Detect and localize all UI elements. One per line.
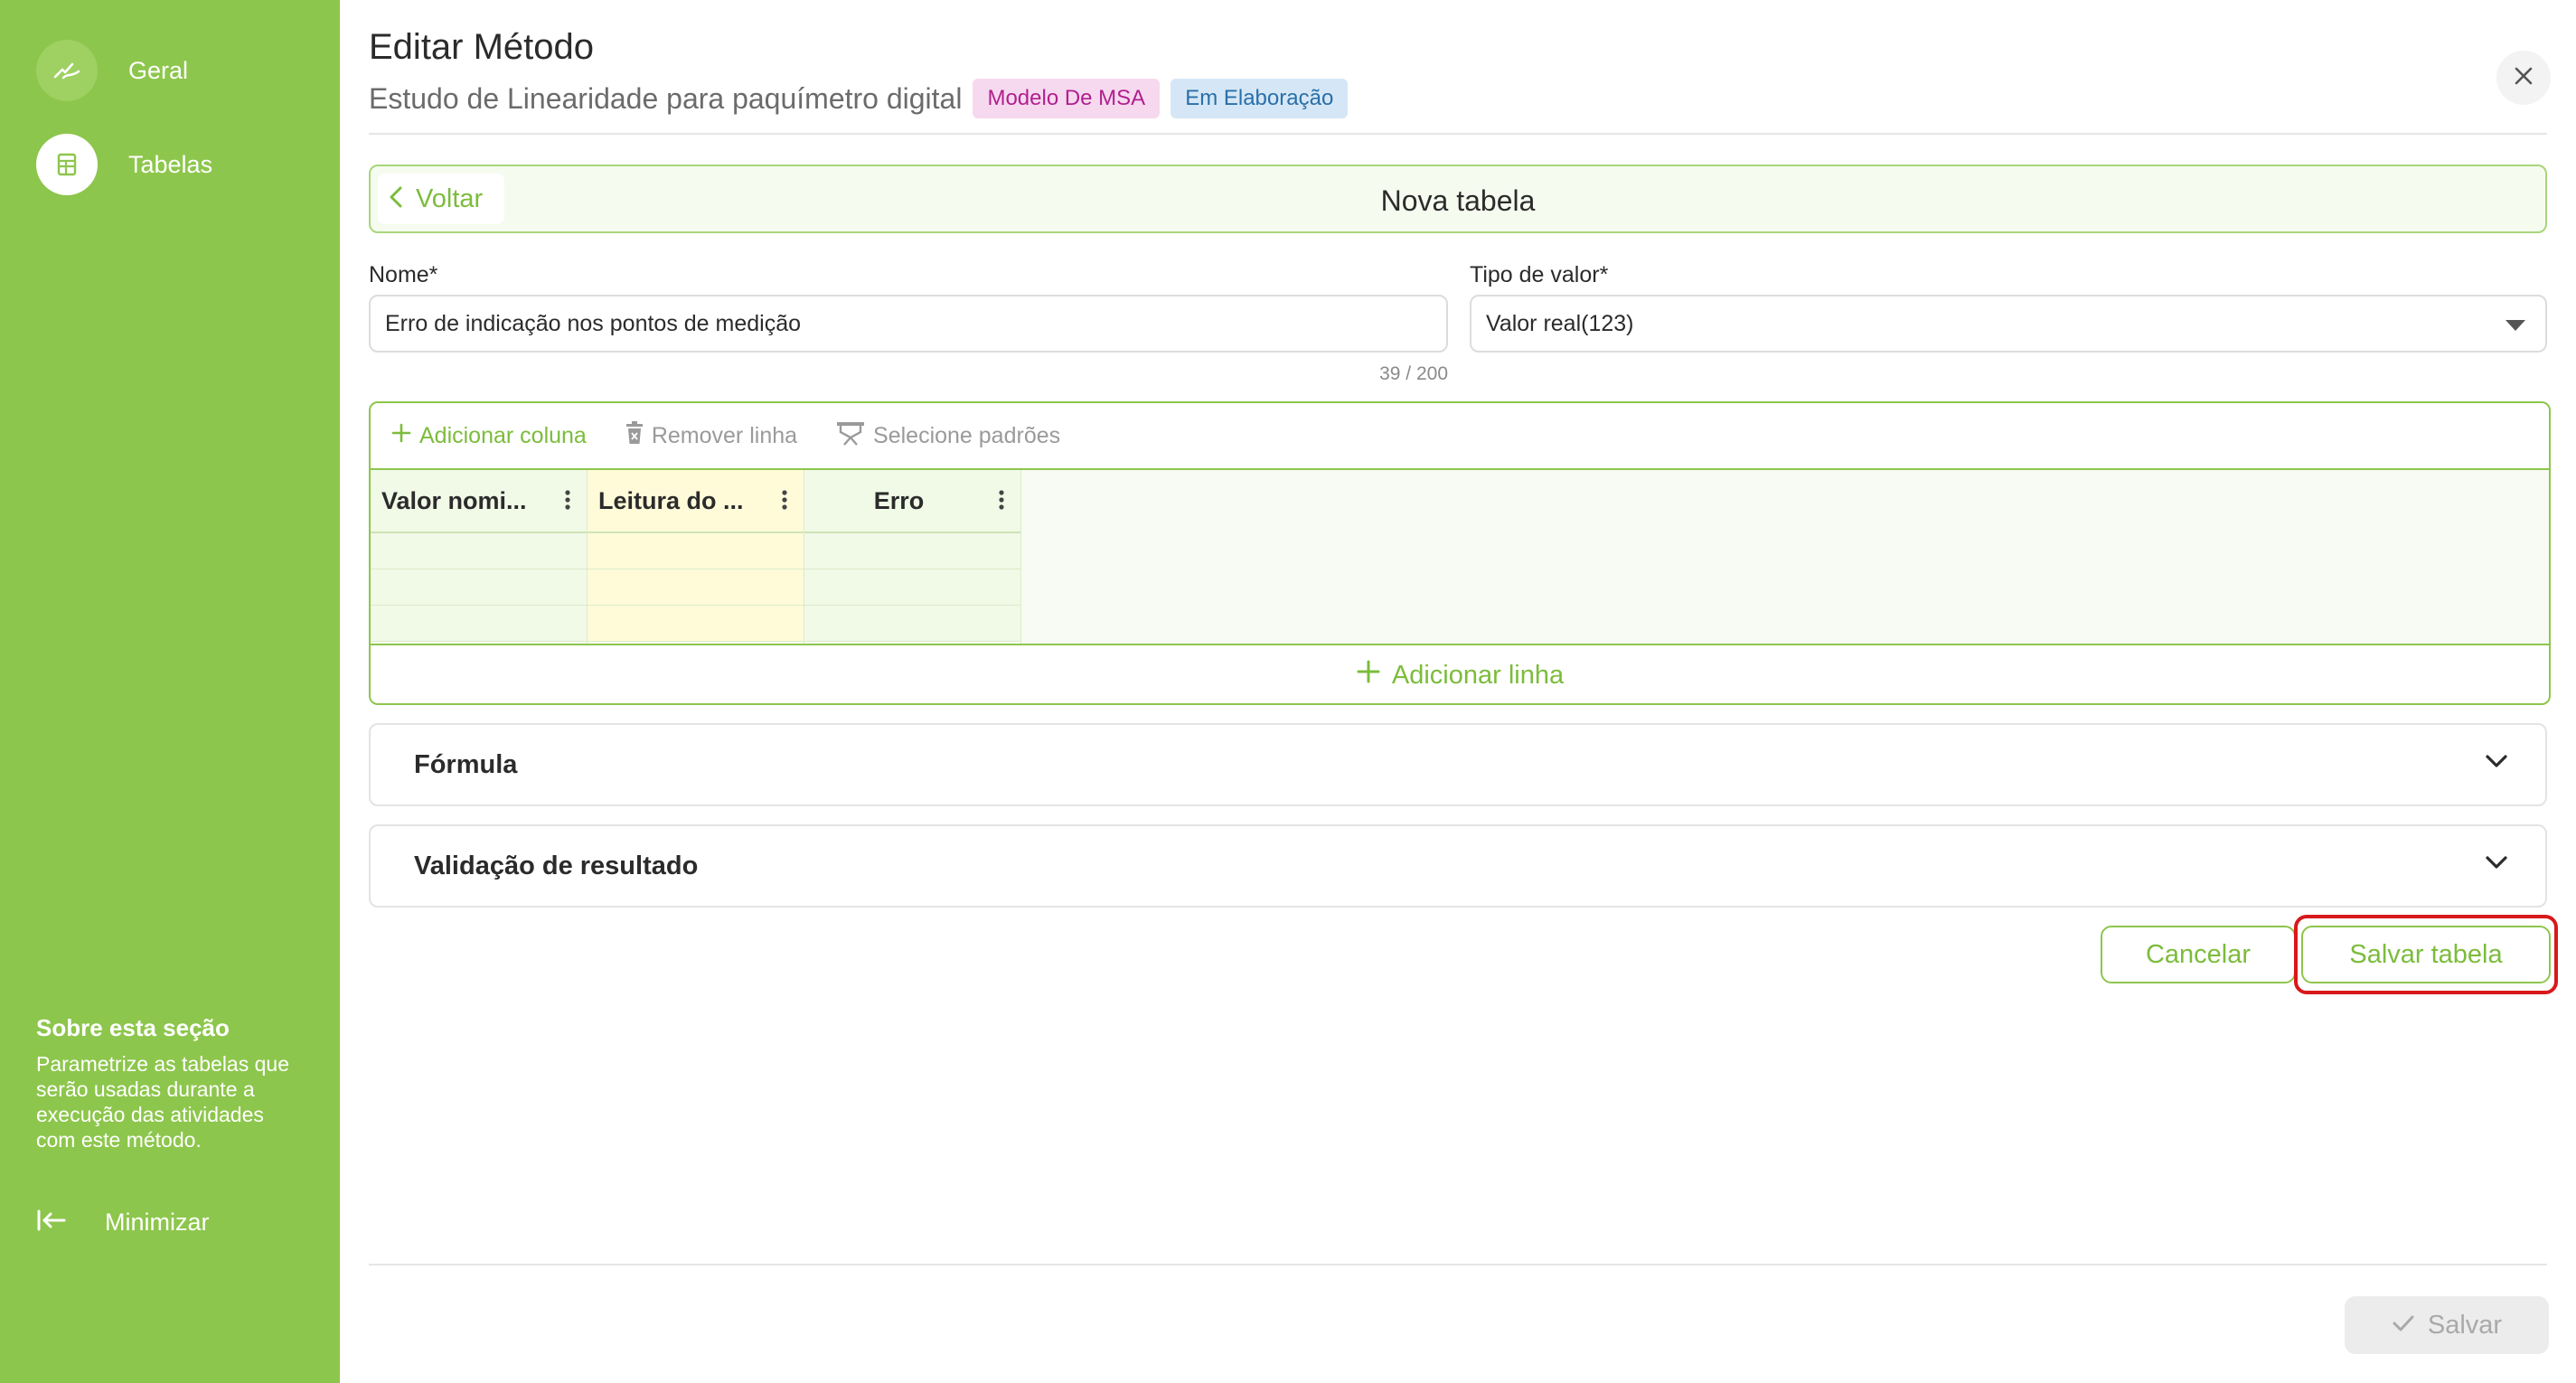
table-cell[interactable] — [804, 533, 1020, 569]
about-title: Sobre esta seção — [36, 1014, 230, 1041]
table-cell[interactable] — [804, 569, 1020, 606]
trash-icon — [625, 420, 644, 451]
collapse-icon — [36, 1208, 67, 1237]
validation-title: Validação de resultado — [414, 851, 699, 880]
sidebar-item-label: Tabelas — [128, 150, 213, 178]
about-text: Parametrize as tabelas que serão usadas … — [36, 1052, 289, 1152]
table-toolbar: Adicionar coluna Remover linha Selecione… — [371, 403, 2549, 470]
cancel-button[interactable]: Cancelar — [2101, 926, 2296, 983]
chevron-down-icon — [2484, 752, 2509, 775]
name-label: Nome* — [369, 262, 438, 287]
column-header-label: Valor nomi... — [381, 486, 527, 514]
more-vertical-icon[interactable] — [565, 488, 570, 518]
page-title: Editar Método — [369, 27, 595, 67]
table-cell[interactable] — [371, 606, 587, 642]
divider — [369, 1264, 2547, 1265]
name-input-value: Erro de indicação nos pontos de medição — [385, 310, 802, 336]
table-grid: Valor nomi... Leitura do ... Erro — [371, 470, 2549, 644]
sidebar-item-geral[interactable]: Geral — [36, 40, 188, 101]
table-cell[interactable] — [588, 533, 804, 569]
select-standards-button[interactable]: Selecione padrões — [835, 419, 1060, 453]
value-type-select[interactable]: Valor real(123) — [1470, 295, 2547, 353]
table-icon — [36, 134, 98, 195]
column-header-label: Erro — [873, 486, 925, 514]
value-type-value: Valor real(123) — [1486, 310, 1634, 336]
more-vertical-icon[interactable] — [999, 488, 1004, 518]
name-input[interactable]: Erro de indicação nos pontos de medição — [369, 295, 1448, 353]
table-cell[interactable] — [804, 606, 1020, 642]
plus-icon — [1356, 659, 1381, 692]
subtitle-row: Estudo de Linearidade para paquímetro di… — [369, 78, 1349, 119]
value-type-label: Tipo de valor* — [1470, 262, 1609, 287]
column-header[interactable]: Erro — [804, 470, 1020, 533]
validation-accordion[interactable]: Validação de resultado — [369, 824, 2547, 908]
column-header-label: Leitura do ... — [598, 486, 744, 514]
plus-icon — [390, 422, 412, 450]
sidebar-item-label: Geral — [128, 56, 189, 84]
save-button[interactable]: Salvar — [2345, 1296, 2549, 1354]
table-cell[interactable] — [588, 569, 804, 606]
table-header-bar: Voltar Nova tabela — [369, 165, 2547, 233]
remove-row-label: Remover linha — [651, 422, 798, 448]
table-column: Erro — [804, 470, 1021, 644]
highlight-box — [2294, 915, 2558, 994]
about-section: Sobre esta seção Parametrize as tabelas … — [36, 1014, 307, 1152]
add-column-button[interactable]: Adicionar coluna — [390, 422, 587, 450]
char-counter: 39 / 200 — [1379, 363, 1448, 384]
method-subtitle: Estudo de Linearidade para paquímetro di… — [369, 81, 963, 115]
sidebar-item-tabelas[interactable]: Tabelas — [36, 134, 212, 195]
table-column: Leitura do ... — [588, 470, 804, 644]
check-icon — [2392, 1311, 2415, 1341]
formula-accordion[interactable]: Fórmula — [369, 723, 2547, 806]
minimize-label: Minimizar — [105, 1208, 210, 1236]
table-column: Valor nomi... — [371, 470, 588, 644]
table-cell[interactable] — [588, 606, 804, 642]
column-header[interactable]: Leitura do ... — [588, 470, 804, 533]
dropdown-arrow-icon — [2505, 320, 2525, 331]
caliper-icon — [835, 419, 866, 453]
status-badge: Em Elaboração — [1170, 79, 1349, 118]
signature-icon — [36, 40, 98, 101]
table-cell[interactable] — [371, 569, 587, 606]
table-cell[interactable] — [371, 533, 587, 569]
add-column-label: Adicionar coluna — [419, 422, 587, 448]
divider — [369, 133, 2547, 135]
remove-row-button[interactable]: Remover linha — [625, 420, 798, 451]
chevron-down-icon — [2484, 853, 2509, 876]
table-editor: Adicionar coluna Remover linha Selecione… — [369, 401, 2551, 705]
sidebar: Geral Tabelas Sobre esta seção Parametri… — [0, 0, 340, 1383]
close-icon — [2513, 65, 2534, 91]
formula-title: Fórmula — [414, 750, 518, 779]
type-badge: Modelo De MSA — [973, 79, 1161, 118]
save-label: Salvar — [2427, 1310, 2503, 1340]
add-row-button[interactable]: Adicionar linha — [371, 644, 2549, 703]
column-header[interactable]: Valor nomi... — [371, 470, 587, 533]
select-standards-label: Selecione padrões — [873, 422, 1061, 448]
add-row-label: Adicionar linha — [1391, 660, 1565, 690]
minimize-button[interactable]: Minimizar — [36, 1204, 210, 1240]
more-vertical-icon[interactable] — [782, 488, 787, 518]
close-button[interactable] — [2496, 51, 2551, 105]
table-title: Nova tabela — [1380, 184, 1536, 217]
